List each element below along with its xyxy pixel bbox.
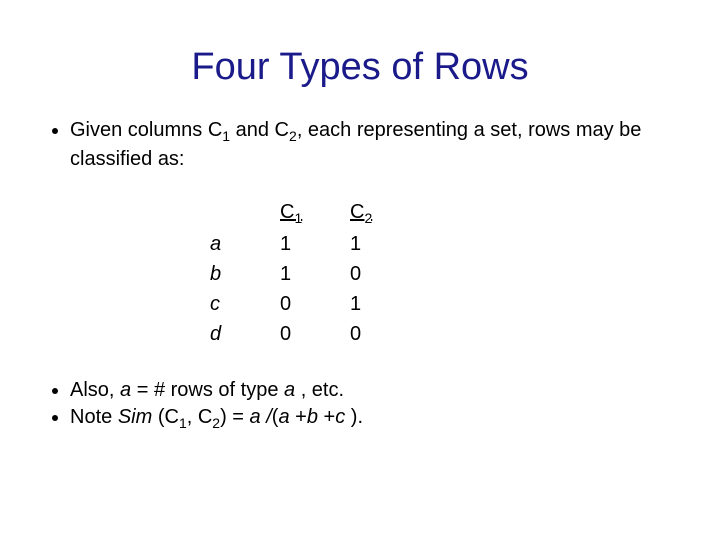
table-header-c2: C2 — [350, 197, 420, 229]
text: + — [324, 406, 336, 428]
var-a: a — [284, 379, 295, 401]
var-c: c — [335, 406, 351, 428]
cell-c2: 1 — [350, 289, 420, 319]
subscript-2: 2 — [212, 415, 220, 431]
text: Also, — [70, 379, 120, 401]
cell-c1: 0 — [280, 319, 350, 349]
subscript-2: 2 — [364, 210, 372, 226]
text: , C — [187, 406, 213, 428]
text: (C — [152, 406, 179, 428]
table-row: d 0 0 — [210, 319, 680, 349]
cell-c2: 1 — [350, 229, 420, 259]
cell-c1: 1 — [280, 229, 350, 259]
row-label: c — [210, 289, 280, 319]
subscript-1: 1 — [222, 128, 230, 144]
sim-function: Sim — [118, 406, 152, 428]
text: ) = — [220, 406, 249, 428]
var-a: a — [250, 406, 267, 428]
var-a: a — [278, 406, 295, 428]
text: Given columns C — [70, 119, 222, 141]
var-a: a — [120, 379, 131, 401]
text: and C — [230, 119, 289, 141]
subscript-1: 1 — [294, 210, 302, 226]
bullet-also: Also, a = # rows of type a , etc. — [70, 377, 680, 404]
row-type-table: C1 C2 a 1 1 b 1 0 c 0 1 d 0 0 — [210, 197, 680, 349]
subscript-1: 1 — [179, 415, 187, 431]
bullet-note-sim: Note Sim (C1, C2) = a /(a +b +c ). — [70, 404, 680, 433]
text: ). — [351, 406, 363, 428]
table-header-c1: C1 — [280, 197, 350, 229]
slide-title: Four Types of Rows — [40, 46, 680, 89]
bullet-list-top: Given columns C1 and C2, each representi… — [40, 117, 680, 173]
var-b: b — [307, 406, 324, 428]
cell-c1: 0 — [280, 289, 350, 319]
table-header-blank — [210, 197, 280, 229]
subscript-2: 2 — [289, 128, 297, 144]
table-row: a 1 1 — [210, 229, 680, 259]
bullet-given-columns: Given columns C1 and C2, each representi… — [70, 117, 680, 173]
text: + — [295, 406, 307, 428]
row-label: a — [210, 229, 280, 259]
cell-c2: 0 — [350, 259, 420, 289]
cell-c1: 1 — [280, 259, 350, 289]
slide: Four Types of Rows Given columns C1 and … — [0, 0, 720, 540]
text: C — [280, 201, 294, 223]
text: , etc. — [295, 379, 344, 401]
bullet-list-bottom: Also, a = # rows of type a , etc. Note S… — [40, 377, 680, 433]
text: Note — [70, 406, 118, 428]
row-label: d — [210, 319, 280, 349]
cell-c2: 0 — [350, 319, 420, 349]
table-row: c 0 1 — [210, 289, 680, 319]
text: C — [350, 201, 364, 223]
row-label: b — [210, 259, 280, 289]
table-row: b 1 0 — [210, 259, 680, 289]
table-header-row: C1 C2 — [210, 197, 680, 229]
text: = # rows of type — [131, 379, 284, 401]
